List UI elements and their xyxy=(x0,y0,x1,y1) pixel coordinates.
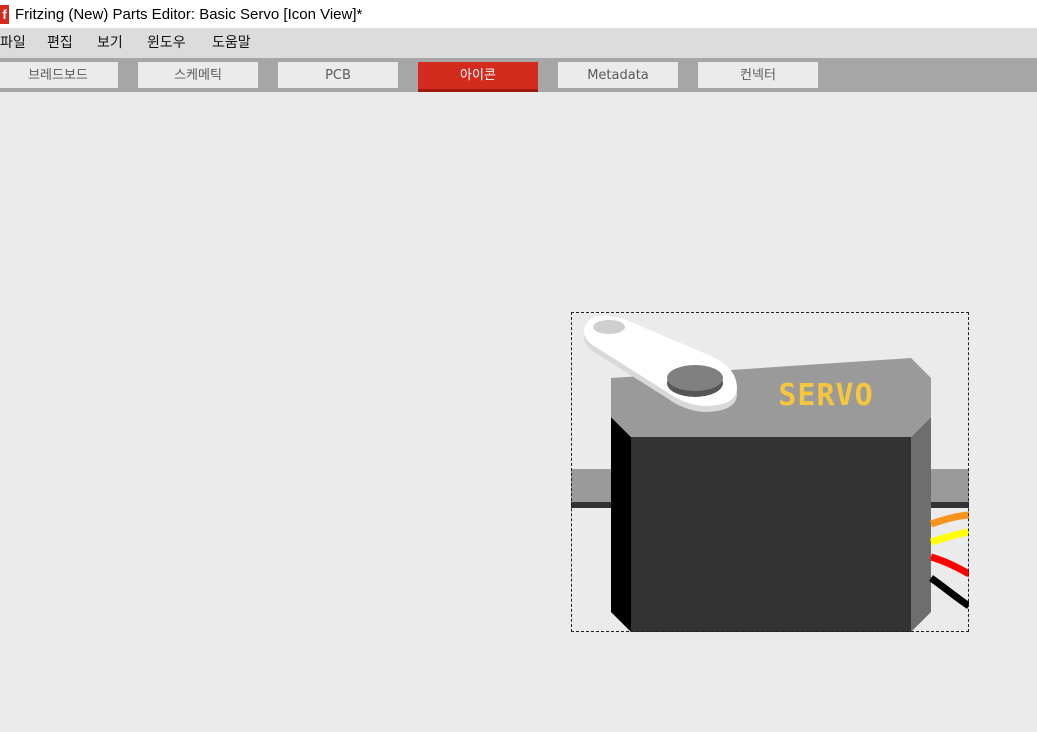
menu-file[interactable]: 파일 xyxy=(0,28,26,58)
tab-icon[interactable]: 아이콘 xyxy=(418,62,538,92)
tab-schematic[interactable]: 스케메틱 xyxy=(138,62,258,88)
title-bar: f Fritzing (New) Parts Editor: Basic Ser… xyxy=(0,0,1037,28)
tab-connectors[interactable]: 컨넥터 xyxy=(698,62,818,88)
menu-edit[interactable]: 편집 xyxy=(47,28,73,58)
window-title: Fritzing (New) Parts Editor: Basic Servo… xyxy=(15,5,363,23)
tab-metadata[interactable]: Metadata xyxy=(558,62,678,88)
view-tab-bar: 브레드보드 스케메틱 PCB 아이콘 Metadata 컨넥터 xyxy=(0,58,1037,92)
menu-help[interactable]: 도움말 xyxy=(212,28,251,58)
selection-box xyxy=(571,312,969,632)
icon-view-canvas[interactable]: SERVO xyxy=(0,92,1037,732)
tab-breadboard[interactable]: 브레드보드 xyxy=(0,62,118,88)
fritzing-app-icon[interactable]: f xyxy=(0,4,9,24)
menu-window[interactable]: 윈도우 xyxy=(147,28,186,58)
tab-pcb[interactable]: PCB xyxy=(278,62,398,88)
menu-view[interactable]: 보기 xyxy=(97,28,123,58)
menu-bar: 파일 편집 보기 윈도우 도움말 xyxy=(0,28,1037,58)
